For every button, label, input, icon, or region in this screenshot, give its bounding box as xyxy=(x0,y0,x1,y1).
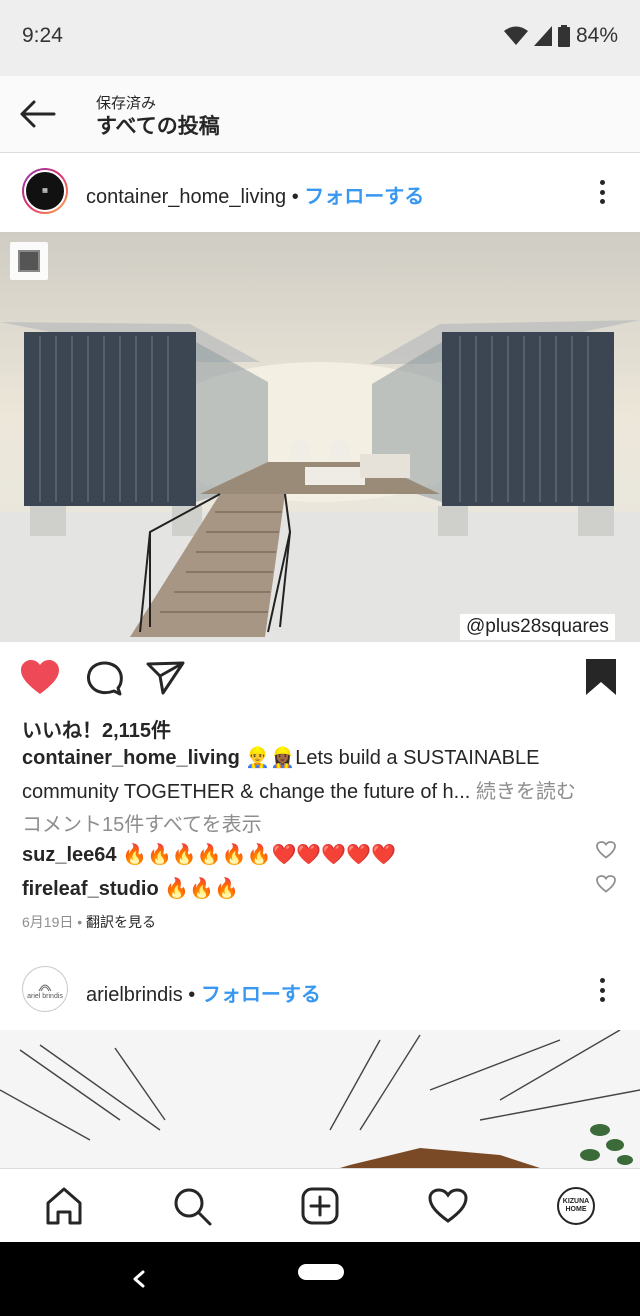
avatar-text: ariel brindis xyxy=(27,992,63,1000)
container-home-illustration xyxy=(0,232,640,642)
chevron-left-icon xyxy=(133,1270,145,1288)
share-button[interactable] xyxy=(146,660,186,701)
separator-dot: • xyxy=(182,984,201,1006)
wifi-icon xyxy=(503,26,528,45)
separator-dot: • xyxy=(286,186,305,208)
nav-activity[interactable] xyxy=(424,1182,472,1230)
more-dots-icon xyxy=(599,180,605,185)
add-post-icon xyxy=(301,1187,339,1225)
read-more-link[interactable]: 続きを読む xyxy=(476,781,576,803)
heart-outline-icon xyxy=(596,841,616,859)
save-button[interactable] xyxy=(584,658,618,701)
caption-line-1: container_home_living 👷‍♂️👷🏾‍♀️Lets buil… xyxy=(22,745,539,770)
nav-new-post[interactable] xyxy=(296,1182,344,1230)
profile-avatar-text-1: KIZUNA xyxy=(562,1198,590,1205)
activity-heart-icon xyxy=(428,1188,468,1223)
sketch-illustration xyxy=(0,1030,640,1168)
separator-dot: • xyxy=(73,914,87,930)
system-back-button[interactable] xyxy=(128,1264,150,1294)
send-icon xyxy=(146,661,185,695)
search-icon xyxy=(174,1188,212,1226)
image-watermark: @plus28squares xyxy=(460,614,615,640)
profile-avatar: KIZUNA HOME xyxy=(557,1187,595,1225)
comment-text: 🔥🔥🔥 xyxy=(164,878,239,900)
post-author-avatar[interactable]: ▦ xyxy=(22,168,68,214)
comment-like-button[interactable] xyxy=(596,841,616,859)
nav-search[interactable] xyxy=(168,1182,216,1230)
battery-icon xyxy=(557,25,570,47)
like-button[interactable] xyxy=(20,660,60,701)
follow-button[interactable]: フォローする xyxy=(304,186,424,208)
comment-row: suz_lee64 🔥🔥🔥🔥🔥🔥❤️❤️❤️❤️❤️ xyxy=(22,842,396,867)
view-all-comments-link[interactable]: コメント15件すべてを表示 xyxy=(22,808,262,837)
avatar-logo-icon xyxy=(38,984,52,991)
caption-text-continued: community TOGETHER & change the future o… xyxy=(22,781,471,803)
heart-outline-icon xyxy=(596,875,616,893)
more-options-button[interactable] xyxy=(590,974,614,1006)
translate-link[interactable]: 翻訳を見る xyxy=(86,914,156,930)
follow-button[interactable]: フォローする xyxy=(201,984,321,1006)
battery-percent: 84% xyxy=(575,24,618,47)
post-author-avatar[interactable]: ariel brindis xyxy=(22,966,68,1012)
back-button[interactable] xyxy=(14,94,62,134)
post-image[interactable] xyxy=(0,1030,640,1168)
back-arrow-icon xyxy=(20,100,56,128)
page-title: すべての投稿 xyxy=(96,115,220,138)
comment-button[interactable] xyxy=(84,660,124,701)
comment-username[interactable]: suz_lee64 xyxy=(22,844,117,866)
comment-username[interactable]: fireleaf_studio xyxy=(22,878,159,900)
comment-icon xyxy=(87,661,123,696)
bookmark-filled-icon xyxy=(586,659,616,695)
home-icon xyxy=(46,1187,82,1225)
status-time: 9:24 xyxy=(22,24,63,47)
nav-home[interactable] xyxy=(40,1182,88,1230)
comment-row: fireleaf_studio 🔥🔥🔥 xyxy=(22,876,239,901)
post-meta: 6月19日 • 翻訳を見る xyxy=(22,912,156,932)
heart-filled-icon xyxy=(21,660,59,694)
post-username[interactable]: container_home_living xyxy=(86,186,286,208)
post-image[interactable] xyxy=(0,232,640,642)
avatar-logo: ▦ xyxy=(42,187,48,194)
post-date: 6月19日 xyxy=(22,914,74,930)
comment-text: 🔥🔥🔥🔥🔥🔥❤️❤️❤️❤️❤️ xyxy=(122,844,397,866)
post-username[interactable]: arielbrindis xyxy=(86,984,183,1006)
multi-image-icon xyxy=(10,242,48,280)
nav-profile[interactable]: KIZUNA HOME xyxy=(552,1182,600,1230)
post-header: container_home_living • フォローする xyxy=(86,180,424,209)
caption-line-2: community TOGETHER & change the future o… xyxy=(22,775,576,804)
like-count[interactable]: いいね！2,115件 xyxy=(22,714,171,743)
caption-emoji: 👷‍♂️👷🏾‍♀️ xyxy=(245,747,296,769)
more-dots-icon xyxy=(599,978,605,983)
profile-avatar-text-2: HOME xyxy=(565,1206,587,1213)
cell-signal-icon xyxy=(533,26,552,46)
status-icons: 84% xyxy=(503,24,618,48)
more-options-button[interactable] xyxy=(590,176,614,208)
post-header: arielbrindis • フォローする xyxy=(86,978,321,1007)
system-home-pill[interactable] xyxy=(298,1264,344,1280)
caption-text: Lets build a SUSTAINABLE xyxy=(295,747,540,769)
comment-like-button[interactable] xyxy=(596,875,616,893)
caption-username[interactable]: container_home_living xyxy=(22,747,240,769)
